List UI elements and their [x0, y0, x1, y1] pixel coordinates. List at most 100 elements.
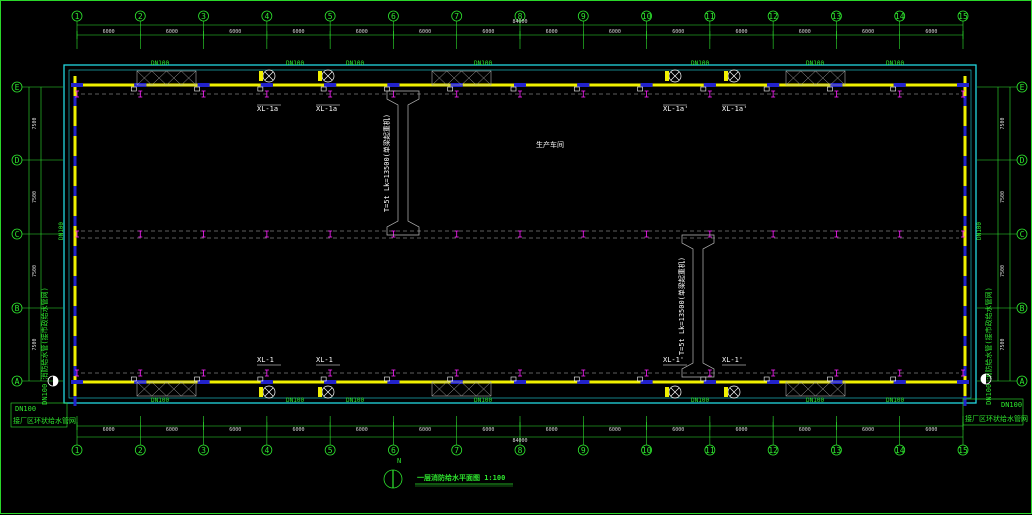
room-label: 生产车间	[536, 140, 564, 149]
dim-row-left-1: 7500	[32, 117, 38, 129]
pipe-label-bottom-0: DN100	[151, 397, 169, 404]
window-top-2	[785, 70, 846, 86]
grid-label-top-10: 10	[642, 12, 652, 21]
valve-box-top	[890, 86, 897, 92]
grid-label-bottom-14: 14	[895, 446, 905, 455]
drawing-title: 一层消防给水平面图 1:100	[417, 473, 505, 482]
grid-label-top-9: 9	[581, 12, 586, 21]
pipe-label-bottom-6: DN100	[886, 397, 904, 404]
hydrant-riser-top	[318, 71, 322, 81]
row-label-left-B: B	[15, 304, 20, 313]
valve-box-top	[573, 86, 580, 92]
dim-row-left-4: 7500	[32, 338, 38, 350]
dim-row-right-2: 7500	[1000, 191, 1006, 203]
hydrant-label-top-0: XL-1a	[257, 105, 278, 113]
dim-row-right-3: 7500	[1000, 265, 1006, 277]
grid-label-bottom-5: 5	[328, 446, 333, 455]
row-label-right-E: E	[1020, 83, 1025, 92]
grid-label-top-13: 13	[832, 12, 842, 21]
window-top-0	[136, 70, 197, 86]
pipe-label-top-5: DN100	[806, 60, 824, 67]
dim-total-top: 84000	[512, 19, 527, 25]
dim-bay-bottom-2: 6000	[166, 427, 178, 433]
dim-bay-top-14: 6000	[925, 29, 937, 35]
cad-drawing-canvas: 1 1 2 2 3 3 4 4 5 5 6 6 7 7 8 8 9 9 10 10 11 11 12 12 13 13 14 14 15…	[0, 0, 1032, 514]
grid-label-top-14: 14	[895, 12, 905, 21]
grid-label-top-7: 7	[454, 12, 459, 21]
grid-label-bottom-7: 7	[454, 446, 459, 455]
pipe-label-top-2: DN100	[346, 60, 364, 67]
dim-bay-bottom-4: 6000	[292, 427, 304, 433]
hydrant-label-top-2: XL-1a'	[663, 105, 688, 113]
hydrant-riser-bottom	[318, 387, 322, 397]
dim-bay-top-4: 6000	[292, 29, 304, 35]
grid-label-bottom-15: 15	[958, 446, 968, 455]
window-bottom-0	[136, 381, 197, 397]
crane-label-1: T=5t Lk=13500(单梁起重机)	[382, 114, 391, 212]
grid-label-top-5: 5	[328, 12, 333, 21]
grid-label-bottom-9: 9	[581, 446, 586, 455]
crane-label-2: T=5t Lk=13500(单梁起重机)	[677, 257, 686, 355]
row-label-right-B: B	[1020, 304, 1025, 313]
dim-bay-bottom-3: 6000	[229, 427, 241, 433]
grid-label-top-2: 2	[138, 12, 143, 21]
dim-bay-bottom-12: 6000	[799, 427, 811, 433]
grid-label-bottom-1: 1	[75, 446, 80, 455]
hydrant-riser-top	[665, 71, 669, 81]
pipe-label-top-4: DN100	[691, 60, 709, 67]
pipe-label-top-1: DN100	[286, 60, 304, 67]
dim-bay-top-6: 6000	[419, 29, 431, 35]
pipe-label-left: DN100	[58, 222, 65, 240]
dim-bay-bottom-9: 6000	[609, 427, 621, 433]
valve-box-top	[320, 86, 327, 92]
window-bottom-2	[785, 381, 846, 397]
note-left-vertical: DN100 消防给水管(接市政给水管网)	[40, 287, 49, 405]
row-label-left-A: A	[15, 377, 20, 386]
grid-label-bottom-8: 8	[518, 446, 523, 455]
hydrant-riser-top	[724, 71, 728, 81]
grid-label-bottom-4: 4	[264, 446, 269, 455]
hydrant-riser-bottom	[259, 387, 263, 397]
inlet-right-fill	[981, 374, 986, 384]
hydrant-label-top-1: XL-1a	[316, 105, 337, 113]
pipe-label-bottom-2: DN100	[346, 397, 364, 404]
dim-bay-bottom-5: 6000	[356, 427, 368, 433]
hydrant-label-bottom-2: XL-1'	[663, 356, 684, 364]
hydrant-label-top-3: XL-1a'	[722, 105, 747, 113]
dim-bay-top-2: 6000	[166, 29, 178, 35]
dim-row-right-1: 7500	[1000, 117, 1006, 129]
dim-bay-top-1: 6000	[103, 29, 115, 35]
fire-water-plan-drawing: 1122334455667788991010111112121313141415…	[10, 10, 1028, 489]
hydrant-riser-top	[259, 71, 263, 81]
dim-row-left-3: 7500	[32, 265, 38, 277]
pipe-label-right: DN100	[976, 222, 983, 240]
grid-label-bottom-11: 11	[705, 446, 715, 455]
pipe-label-top-3: DN100	[474, 60, 492, 67]
inlet-left-fill	[53, 376, 58, 386]
valve-box-top	[130, 86, 137, 92]
valve-box-top	[637, 86, 643, 92]
crane-beam-1	[386, 90, 420, 236]
grid-label-top-1: 1	[75, 12, 80, 21]
grid-label-top-4: 4	[264, 12, 269, 21]
hydrant-label-bottom-3: XL-1'	[722, 356, 743, 364]
dim-total-bottom: 84000	[512, 438, 527, 444]
valve-box-top	[510, 86, 517, 92]
dim-bay-bottom-14: 6000	[925, 427, 937, 433]
hydrant-riser-bottom	[724, 387, 728, 397]
north-label: N	[397, 457, 401, 465]
row-label-left-E: E	[15, 83, 20, 92]
dim-bay-bottom-10: 6000	[672, 427, 684, 433]
dim-bay-top-13: 6000	[862, 29, 874, 35]
dim-row-left-2: 7500	[32, 191, 38, 203]
grid-label-bottom-6: 6	[391, 446, 396, 455]
valve-box-top	[257, 86, 264, 92]
dim-bay-top-3: 6000	[229, 29, 241, 35]
note-right-vertical: DN100 消防给水管(接市政给水管网)	[984, 287, 993, 405]
grid-label-top-6: 6	[391, 12, 396, 21]
dim-bay-top-12: 6000	[799, 29, 811, 35]
window-top-1	[431, 70, 492, 86]
dim-row-right-4: 7500	[1000, 338, 1006, 350]
grid-label-bottom-2: 2	[138, 446, 143, 455]
grid-label-top-11: 11	[705, 12, 715, 21]
